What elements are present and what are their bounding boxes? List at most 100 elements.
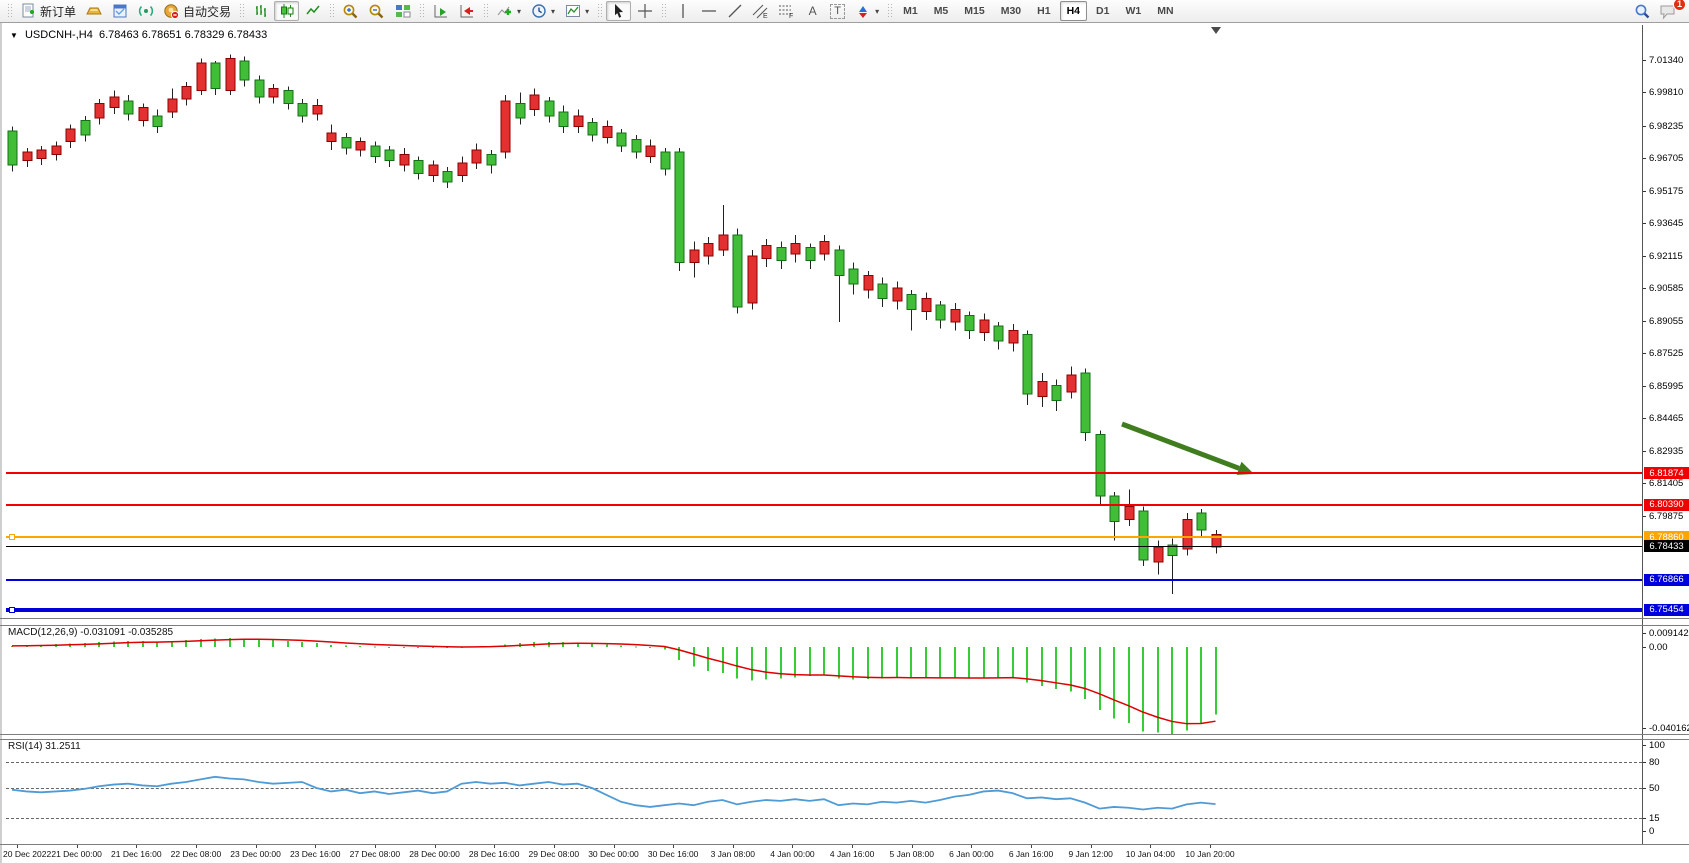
candle-body-up [110,97,119,108]
templates-button[interactable]: ▾ [560,1,593,21]
candle-body-down [936,305,945,320]
candlestick-mode-button[interactable] [274,1,299,21]
chat-icon[interactable]: 1 [1657,3,1679,20]
periods-button[interactable]: ▾ [526,1,559,21]
candle-body-down [153,116,162,127]
level-line-6.78860[interactable] [6,536,1642,538]
trendline-tool-button[interactable] [722,1,747,21]
zoom-out-icon [368,3,385,20]
level-line-6.75454[interactable] [6,608,1642,612]
timeframe-M1[interactable]: M1 [896,1,925,21]
toolbar-right-group: 1 [1634,3,1685,20]
candle-body-down [617,133,626,146]
new-order-button[interactable]: 新订单 [16,1,80,21]
toolbar-grip[interactable] [661,3,666,19]
zoom-out-button[interactable] [364,1,389,21]
level-line-6.78433[interactable] [6,546,1642,547]
macd-bar [968,647,970,678]
horizontal-line-tool-button[interactable] [696,1,721,21]
level-handle[interactable] [9,534,15,540]
pane-splitter-macd-rsi[interactable] [0,734,1689,735]
toolbar-grip[interactable] [7,3,12,19]
candle-body-down [516,103,525,118]
level-line-6.80390[interactable] [6,504,1642,506]
line-chart-mode-button[interactable] [300,1,325,21]
indicators-button[interactable]: ▾ [492,1,525,21]
timeframe-M5[interactable]: M5 [927,1,956,21]
vertical-line-tool-button[interactable] [670,1,695,21]
level-handle[interactable] [9,607,15,613]
auto-trading-label: 自动交易 [183,3,231,20]
chart-ohlc-title: ▼ USDCNH-,H4 6.78463 6.78651 6.78329 6.7… [10,29,267,41]
toolbar-grip[interactable] [483,3,488,19]
pane-splitter-main-macd[interactable] [0,618,1689,619]
level-line-6.81874[interactable] [6,472,1642,474]
candle-body-up [646,146,655,157]
tile-windows-button[interactable] [390,1,415,21]
candle-body-up [864,275,873,290]
chart-shift-button[interactable] [454,1,479,21]
crosshair-tool-button[interactable] [632,1,657,21]
gold-ingot-icon [85,3,102,20]
toolbar-grip[interactable] [239,3,244,19]
open-value: 6.78463 [99,29,139,41]
candle-body-up [1183,519,1192,549]
candle-body-up [37,150,46,158]
text-icon: A [804,3,821,20]
channel-tool-button[interactable]: E [748,1,773,21]
chart-shift-marker-icon[interactable] [1211,27,1221,34]
timeframe-H4[interactable]: H4 [1060,1,1087,21]
notification-badge: 1 [1673,0,1686,11]
timeframe-M15[interactable]: M15 [957,1,991,21]
rsi-pane-top-border [0,739,1689,740]
trend-arrow-annotation[interactable] [1122,424,1254,475]
price-badge-6.80390: 6.80390 [1644,499,1689,511]
bar-chart-mode-button[interactable] [248,1,273,21]
zoom-in-button[interactable] [338,1,363,21]
search-icon[interactable] [1634,3,1651,20]
text-tool-button[interactable]: A [800,1,825,21]
main-toolbar: 新订单 自动交易 [0,0,1689,23]
candle-body-down [675,152,684,262]
macd-indicator-label: MACD(12,26,9) -0.031091 -0.035285 [8,627,173,638]
candle-body-up [197,63,206,91]
macd-bar [1128,647,1130,723]
candle-body-up [52,146,61,154]
data-window-button[interactable] [133,1,158,21]
timeframe-W1[interactable]: W1 [1118,1,1148,21]
candle-body-down [1096,435,1105,497]
candle-body-down [298,103,307,116]
market-watch-button[interactable] [81,1,106,21]
text-label-tool-button[interactable]: T [826,1,849,21]
toolbar-grip[interactable] [329,3,334,19]
candle-body-up [603,127,612,138]
toolbar-grip[interactable] [887,3,892,19]
navigator-button[interactable] [107,1,132,21]
macd-bar [417,647,419,648]
level-line-6.76866[interactable] [6,579,1642,581]
chevron-down-icon: ▾ [517,7,521,16]
fibonacci-tool-button[interactable]: F [774,1,799,21]
candle-body-up [704,243,713,256]
arrows-tool-button[interactable]: ▾ [850,1,883,21]
candle-body-up [66,129,75,142]
timeframe-MN[interactable]: MN [1150,1,1180,21]
toolbar-grip[interactable] [419,3,424,19]
auto-scroll-button[interactable] [428,1,453,21]
candle-body-up [1154,547,1163,562]
auto-trading-button[interactable]: 自动交易 [159,1,235,21]
add-indicator-icon [496,3,513,20]
macd-signal-value: -0.035285 [128,627,173,638]
candle-body-down [878,284,887,299]
timeframe-D1[interactable]: D1 [1089,1,1116,21]
timeframe-H1[interactable]: H1 [1030,1,1057,21]
timeframe-M30[interactable]: M30 [994,1,1028,21]
macd-bar [765,647,767,679]
time-axis-border [0,844,1689,845]
macd-bar [852,647,854,679]
toolbar-grip[interactable] [597,3,602,19]
arrow-shapes-icon [854,3,871,20]
cursor-tool-button[interactable] [606,1,631,21]
macd-bar [722,647,724,673]
macd-bar [635,647,637,648]
